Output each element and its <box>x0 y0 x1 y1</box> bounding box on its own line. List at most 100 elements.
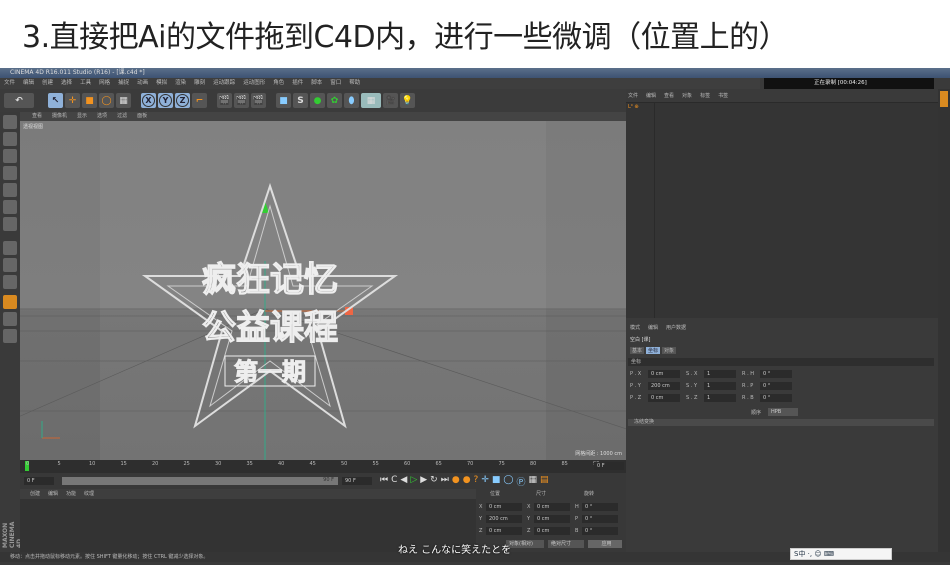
rotation-order-dropdown[interactable]: HPB <box>768 408 798 416</box>
am-tab-coord[interactable]: 坐标 <box>646 347 661 354</box>
vp-menu-camera[interactable]: 摄像机 <box>52 112 67 121</box>
texture-mode-icon[interactable] <box>3 149 17 163</box>
am-tab-basic[interactable]: 基本 <box>630 347 645 354</box>
render-settings-icon[interactable]: 🎬 <box>251 93 266 108</box>
key-rotation-icon[interactable]: ◯ <box>503 475 513 488</box>
coord-value-field[interactable]: 0 cm <box>534 527 570 535</box>
keyframe-selection-icon[interactable]: ? <box>474 475 479 488</box>
am-menu-userdata[interactable]: 用户数据 <box>666 324 686 331</box>
menu-tools[interactable]: 工具 <box>80 78 91 89</box>
polygons-mode-icon[interactable] <box>3 217 17 231</box>
coord-value-field[interactable]: 0 cm <box>486 503 522 511</box>
move-icon[interactable]: ✛ <box>65 93 80 108</box>
menu-mograph[interactable]: 运动图形 <box>243 78 265 89</box>
vp-menu-display[interactable]: 显示 <box>77 112 87 121</box>
model-mode-icon[interactable] <box>3 132 17 146</box>
menu-window[interactable]: 窗口 <box>330 78 341 89</box>
mat-menu-texture[interactable]: 纹理 <box>84 489 94 499</box>
tweak-icon[interactable] <box>3 258 17 272</box>
am-menu-edit[interactable]: 编辑 <box>648 324 658 331</box>
key-scale-icon[interactable]: ■ <box>492 475 501 488</box>
vp-menu-options[interactable]: 选项 <box>97 112 107 121</box>
make-editable-icon[interactable] <box>3 115 17 129</box>
current-frame-field[interactable]: 0 F <box>594 462 624 470</box>
recorder-bar[interactable]: 正在录制 [00:04:26] <box>764 78 934 89</box>
attr-value-field[interactable]: 0 cm <box>648 394 680 402</box>
coord-value-field[interactable]: 0 ° <box>582 527 618 535</box>
menu-mesh[interactable]: 网格 <box>99 78 110 89</box>
undo-icon[interactable]: ↶ <box>4 93 34 108</box>
om-menu-edit[interactable]: 编辑 <box>646 92 656 99</box>
prev-frame-icon[interactable]: ◀ <box>400 475 407 488</box>
start-frame-field[interactable]: 0 F <box>24 477 54 485</box>
attr-value-field[interactable]: 200 cm <box>648 382 680 390</box>
menu-simulate[interactable]: 模拟 <box>156 78 167 89</box>
frame-range-slider[interactable]: 90 F <box>62 477 338 485</box>
vp-menu-view[interactable]: 查看 <box>32 112 42 121</box>
z-axis-button[interactable]: Z <box>175 93 190 108</box>
coord-value-field[interactable]: 0 ° <box>582 515 618 523</box>
attr-value-field[interactable]: 0 cm <box>648 370 680 378</box>
om-menu-objects[interactable]: 对象 <box>682 92 692 99</box>
auto-key-icon[interactable]: ● <box>463 475 471 488</box>
prev-key-icon[interactable]: C <box>391 475 397 488</box>
menu-plugins[interactable]: 插件 <box>292 78 303 89</box>
spline-pen-icon[interactable]: S <box>293 93 308 108</box>
mat-menu-function[interactable]: 功能 <box>66 489 76 499</box>
om-menu-file[interactable]: 文件 <box>628 92 638 99</box>
menu-file[interactable]: 文件 <box>4 78 15 89</box>
mat-menu-create[interactable]: 创建 <box>30 489 40 499</box>
coordinate-system-icon[interactable]: ⌐ <box>192 93 207 108</box>
attr-value-field[interactable]: 0 ° <box>760 394 792 402</box>
end-frame-field[interactable]: 90 F <box>342 477 372 485</box>
mat-menu-edit[interactable]: 编辑 <box>48 489 58 499</box>
coord-value-field[interactable]: 0 ° <box>582 503 618 511</box>
snap-icon[interactable] <box>3 275 17 289</box>
ime-toolbar[interactable]: S中 ·, ☺ ⌨ <box>790 548 892 560</box>
workplane-icon[interactable] <box>3 166 17 180</box>
nurbs-icon[interactable]: ● <box>310 93 325 108</box>
camera-icon[interactable]: 🎥 <box>383 93 398 108</box>
next-frame-icon[interactable]: ▶ <box>420 475 427 488</box>
axis-mode-icon[interactable] <box>3 241 17 255</box>
scale-icon[interactable]: ■ <box>82 93 97 108</box>
menu-animate[interactable]: 动画 <box>137 78 148 89</box>
freeze-transform-section[interactable]: 冻结变换 <box>628 419 934 426</box>
coords-size-mode-dropdown[interactable]: 绝对尺寸 <box>548 540 584 548</box>
key-position-icon[interactable]: ✛ <box>481 475 489 488</box>
om-menu-bookmarks[interactable]: 书签 <box>718 92 728 99</box>
attr-value-field[interactable]: 0 ° <box>760 382 792 390</box>
timeline-window-icon[interactable]: ▤ <box>540 475 549 488</box>
vp-menu-filter[interactable]: 过滤 <box>117 112 127 121</box>
timeline-ruler[interactable]: 051015202530354045505560657075808590 0 F <box>20 460 626 473</box>
key-param-icon[interactable]: Ⓟ <box>516 475 525 488</box>
om-menu-view[interactable]: 查看 <box>664 92 674 99</box>
record-key-icon[interactable]: ● <box>452 475 460 488</box>
recent-tool-icon[interactable]: ▦ <box>116 93 131 108</box>
go-to-end-icon[interactable]: ⏭ <box>441 475 449 488</box>
menu-select[interactable]: 选择 <box>61 78 72 89</box>
light-icon[interactable]: 💡 <box>400 93 415 108</box>
attr-value-field[interactable]: 1 <box>704 382 736 390</box>
coord-value-field[interactable]: 0 cm <box>486 527 522 535</box>
y-axis-button[interactable]: Y <box>158 93 173 108</box>
play-icon[interactable]: ▷ <box>410 475 417 488</box>
x-axis-button[interactable]: X <box>141 93 156 108</box>
points-mode-icon[interactable] <box>3 183 17 197</box>
am-menu-mode[interactable]: 模式 <box>630 324 640 331</box>
menu-create[interactable]: 创建 <box>42 78 53 89</box>
layers-icon[interactable] <box>3 312 17 326</box>
render-picture-icon[interactable]: 🎬 <box>234 93 249 108</box>
coords-mode-dropdown[interactable]: 对象(相对) <box>506 540 544 548</box>
menu-edit[interactable]: 编辑 <box>23 78 34 89</box>
attr-value-field[interactable]: 0 ° <box>760 370 792 378</box>
side-tab-objects[interactable] <box>940 91 948 107</box>
attr-value-field[interactable]: 1 <box>704 394 736 402</box>
go-to-start-icon[interactable]: ⏮ <box>380 475 388 488</box>
menu-motion-tracking[interactable]: 运动跟踪 <box>213 78 235 89</box>
menu-sculpt[interactable]: 雕刻 <box>194 78 205 89</box>
apply-button[interactable]: 应用 <box>588 540 622 548</box>
rotate-icon[interactable]: ◯ <box>99 93 114 108</box>
vp-menu-panel[interactable]: 面板 <box>137 112 147 121</box>
object-null-icon[interactable]: L⁰ ⊕ <box>628 104 639 110</box>
